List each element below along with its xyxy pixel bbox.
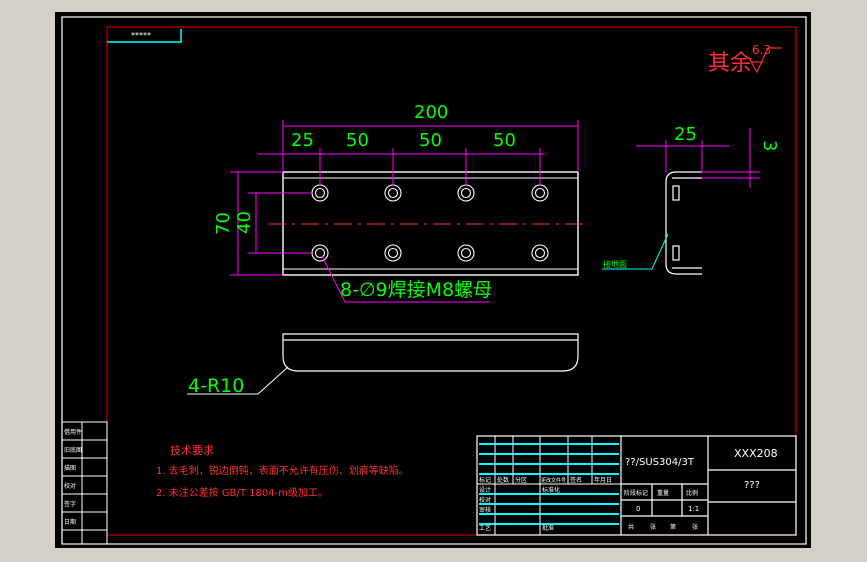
strip-label-6: 日期: [64, 518, 76, 526]
tb-stage: 阶段标记: [624, 489, 648, 497]
side-note: 接地面: [603, 259, 627, 269]
radius-callout: 4-R10: [188, 375, 244, 397]
tech-title: 技术要求: [170, 444, 214, 457]
tb-weight: 0: [636, 505, 640, 513]
tb-row-label-3: 分区: [515, 476, 527, 484]
tb-process: 工艺: [479, 524, 491, 532]
dim-h-inner: 40: [234, 211, 255, 234]
tb-row-label-1: 标记: [479, 476, 491, 484]
strip-label-3: 描图: [64, 464, 76, 472]
strip-label-4: 校对: [64, 482, 76, 490]
tb-row-label-6: 年月日: [594, 476, 612, 484]
tb-sheet-1: 共: [628, 523, 634, 531]
strip-label-2: 旧底图: [64, 446, 82, 454]
dim-seg4: 50: [493, 130, 516, 151]
dim-seg3: 50: [419, 130, 442, 151]
tb-review: 审核: [479, 506, 491, 514]
dim-seg1: 25: [291, 130, 314, 151]
dim-seg2: 50: [346, 130, 369, 151]
tb-standard: 标准化: [542, 486, 560, 494]
tb-weight-label: 重量: [657, 489, 669, 497]
tb-scale: 1:1: [688, 505, 699, 513]
roughness-value: 6.3: [752, 43, 771, 57]
tb-row-label-5: 签名: [570, 476, 582, 484]
dim-h-outer: 70: [213, 212, 234, 235]
tech-item-2: 2. 未注公差按 GB/T 1804-m级加工。: [156, 486, 328, 499]
top-tag-text: *****: [131, 31, 151, 40]
dim-side-w: 25: [674, 124, 697, 145]
cad-drawing: ***** 其余 6.3 200 25 50 50 50 70 40 8-∅9焊…: [0, 0, 867, 562]
tb-row-label-4: 更改文件号: [541, 477, 566, 484]
strip-label-1: 借用件: [64, 428, 82, 436]
dim-overall: 200: [414, 102, 448, 123]
tb-drawing-no: XXX208: [734, 447, 778, 460]
roughness-label: 其余: [708, 51, 752, 76]
tb-sheet-4: 张: [692, 523, 698, 531]
tb-scale-label: 比例: [686, 489, 698, 497]
tb-sheet-2: 张: [650, 523, 656, 531]
tech-item-1: 1. 去毛刺，锐边倒钝，表面不允许有压伤、划痕等缺陷。: [156, 464, 409, 477]
strip-label-5: 签字: [64, 500, 76, 508]
tb-material: ??/SUS304/3T: [625, 457, 695, 468]
tb-sheet-3: 第: [670, 523, 676, 531]
dim-side-t: 3: [759, 140, 780, 151]
tb-row-label-2: 处数: [497, 476, 509, 484]
tb-check: 校对: [479, 496, 491, 504]
tb-designer: 设计: [479, 486, 491, 494]
tb-approve: 批准: [542, 524, 554, 532]
hole-callout: 8-∅9焊接M8螺母: [340, 279, 492, 301]
tb-part-name: ???: [744, 480, 760, 491]
